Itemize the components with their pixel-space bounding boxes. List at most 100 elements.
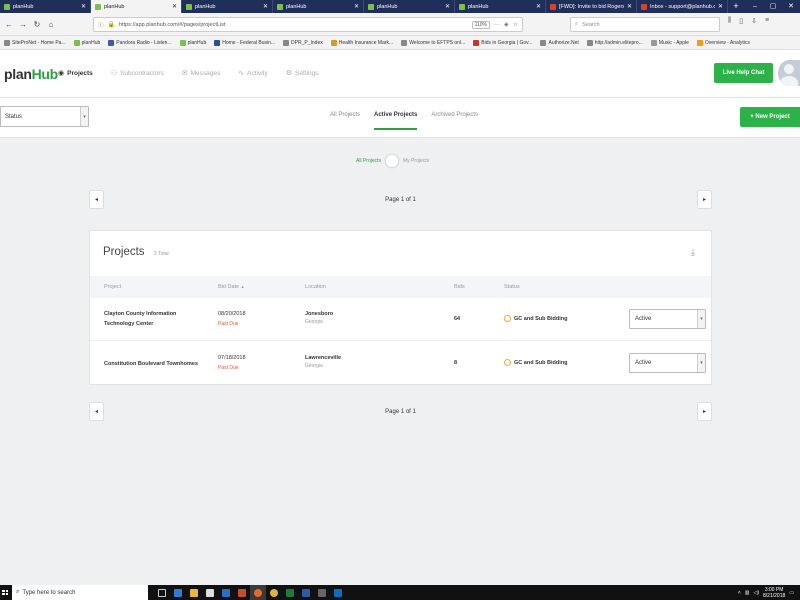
pocket-icon[interactable]: ◈ — [504, 21, 509, 28]
project-state-select[interactable]: Active ▾ — [629, 353, 706, 373]
prev-page-button[interactable]: ◂ — [89, 402, 104, 421]
bookmark-star-icon[interactable]: ☆ — [513, 21, 518, 28]
column-status[interactable]: Status — [504, 284, 520, 290]
forward-icon[interactable]: → — [18, 20, 28, 29]
close-icon[interactable]: ✕ — [263, 3, 268, 10]
bookmark-item[interactable]: planHub — [179, 39, 206, 46]
back-icon[interactable]: ← — [4, 20, 14, 29]
home-icon[interactable]: ⌂ — [46, 20, 56, 29]
toggle-label-all[interactable]: All Projects — [356, 158, 381, 164]
tab-active-projects[interactable]: Active Projects — [374, 112, 418, 130]
nav-item-projects[interactable]: ◉ Projects — [58, 69, 93, 78]
close-window-icon[interactable]: ✕ — [782, 0, 800, 13]
word-icon[interactable] — [298, 585, 314, 600]
download-icon[interactable]: ⤓ — [691, 247, 695, 258]
network-icon[interactable]: ▥ — [745, 590, 750, 596]
system-clock[interactable]: 3:00 PM 8/21/2018 — [763, 587, 785, 599]
bookmark-item[interactable]: Overview - Analytics — [696, 39, 750, 46]
toggle-switch[interactable] — [385, 154, 400, 168]
browser-search-box[interactable]: ⌕ Search — [570, 17, 720, 32]
next-page-button[interactable]: ▸ — [697, 402, 712, 421]
more-icon[interactable]: ··· — [494, 22, 500, 28]
tab-all-projects[interactable]: All Projects — [330, 112, 360, 130]
calculator-icon[interactable] — [314, 585, 330, 600]
column-project[interactable]: Project — [104, 284, 121, 290]
file-explorer-icon[interactable] — [186, 585, 202, 600]
nav-item-subcontractors[interactable]: ⚇ Subcontractors — [111, 69, 164, 78]
volume-icon[interactable]: ◁) — [754, 590, 760, 596]
close-icon[interactable]: ✕ — [172, 3, 177, 10]
project-state-select[interactable]: Active ▾ — [629, 309, 706, 329]
notifications-icon[interactable]: ▭ — [789, 590, 794, 596]
browser-tab[interactable]: planHub ✕ — [455, 0, 546, 13]
excel-icon[interactable] — [282, 585, 298, 600]
url-text[interactable]: https://app.planhub.com/#/pages/projectL… — [119, 22, 468, 28]
download-icon[interactable]: ⇩ — [751, 17, 757, 25]
outlook-icon[interactable] — [330, 585, 346, 600]
library-icon[interactable]: ⫼ — [728, 17, 731, 25]
tray-up-icon[interactable]: ˄ — [738, 590, 741, 596]
project-name[interactable]: Clayton County Information Technology Ce… — [104, 309, 204, 329]
live-help-chat-button[interactable]: Live Help Chat — [714, 63, 773, 83]
browser-tab[interactable]: planHub ✕ — [182, 0, 273, 13]
maximize-icon[interactable]: ▢ — [764, 0, 782, 13]
windows-start-icon[interactable] — [2, 589, 8, 596]
tab-archived-projects[interactable]: Archived Projects — [431, 112, 478, 130]
nav-item-messages[interactable]: ✉ Messages — [182, 69, 221, 78]
new-tab-button[interactable]: + — [728, 0, 744, 13]
table-row[interactable]: Clayton County Information Technology Ce… — [90, 298, 711, 341]
next-page-button[interactable]: ▸ — [697, 190, 712, 209]
prev-page-button[interactable]: ◂ — [89, 190, 104, 209]
close-icon[interactable]: ✕ — [627, 3, 632, 10]
menu-icon[interactable]: ≡ — [765, 17, 769, 25]
bookmark-item[interactable]: DPR_P_Index — [283, 39, 323, 46]
planhub-favicon-icon — [4, 3, 10, 10]
taskbar-search-input[interactable]: ⌕ Type here to search — [12, 585, 148, 600]
browser-tab[interactable]: planHub ✕ — [0, 0, 91, 13]
close-icon[interactable]: ✕ — [445, 3, 450, 10]
table-row[interactable]: Constitution Boulevard Townhomes 07/18/2… — [90, 342, 711, 385]
bookmark-item[interactable]: Pandora Radio - Listen... — [108, 39, 172, 46]
bookmark-item[interactable]: http://admin.elitepro... — [586, 39, 643, 46]
close-icon[interactable]: ✕ — [81, 3, 86, 10]
close-icon[interactable]: ✕ — [354, 3, 359, 10]
minimize-icon[interactable]: – — [746, 0, 764, 13]
address-bar[interactable]: ⓘ 🔒 https://app.planhub.com/#/pages/proj… — [93, 17, 523, 32]
planhub-logo[interactable]: planHub — [4, 66, 58, 82]
close-icon[interactable]: ✕ — [536, 3, 541, 10]
bookmark-item[interactable]: Home - Federal Busin... — [214, 39, 275, 46]
edge-icon[interactable] — [170, 585, 186, 600]
chrome-icon[interactable] — [266, 585, 282, 600]
browser-tab[interactable]: planHub ✕ — [364, 0, 455, 13]
mail-icon[interactable] — [218, 585, 234, 600]
bookmark-item[interactable]: Bids in Georgia | Gov... — [473, 39, 532, 46]
browser-tab[interactable]: [FWD]: Invite to bid Rogers ✕ — [546, 0, 637, 13]
photos-icon[interactable] — [234, 585, 250, 600]
reload-icon[interactable]: ↻ — [32, 20, 42, 29]
status-filter-select[interactable]: Status ▾ — [0, 106, 89, 127]
column-bid-date[interactable]: Bid Date ▲ — [218, 284, 245, 290]
new-project-button[interactable]: + New Project — [740, 107, 800, 127]
toggle-label-mine[interactable]: My Projects — [403, 158, 429, 164]
bookmark-item[interactable]: Welcome to EFTPS onl... — [401, 39, 465, 46]
bookmark-item[interactable]: Authorize.Net — [540, 39, 579, 46]
bookmark-item[interactable]: Music - Apple — [650, 39, 689, 46]
firefox-icon[interactable] — [250, 585, 266, 600]
close-icon[interactable]: ✕ — [718, 3, 723, 10]
bookmark-item[interactable]: SiteProNet - Home Pa... — [4, 39, 66, 46]
bookmark-item[interactable]: planHub — [73, 39, 100, 46]
column-bids[interactable]: Bids — [454, 284, 465, 290]
nav-item-settings[interactable]: ⚙ Settings — [286, 69, 319, 78]
browser-tab[interactable]: planHub ✕ — [273, 0, 364, 13]
zoom-level[interactable]: 110% — [471, 20, 490, 29]
nav-item-activity[interactable]: ∿ Activity — [238, 69, 267, 78]
browser-tab[interactable]: Inbox - support@planhub.c ✕ — [637, 0, 728, 13]
column-location[interactable]: Location — [305, 284, 326, 290]
sidebar-icon[interactable]: ▯ — [739, 17, 743, 25]
info-icon[interactable]: ⓘ — [98, 21, 104, 29]
store-icon[interactable] — [202, 585, 218, 600]
bookmark-item[interactable]: Health Insurance Mark... — [330, 39, 393, 46]
browser-tab-active[interactable]: planHub ✕ — [91, 0, 182, 13]
avatar[interactable] — [778, 60, 800, 86]
task-view-icon[interactable] — [154, 585, 170, 600]
